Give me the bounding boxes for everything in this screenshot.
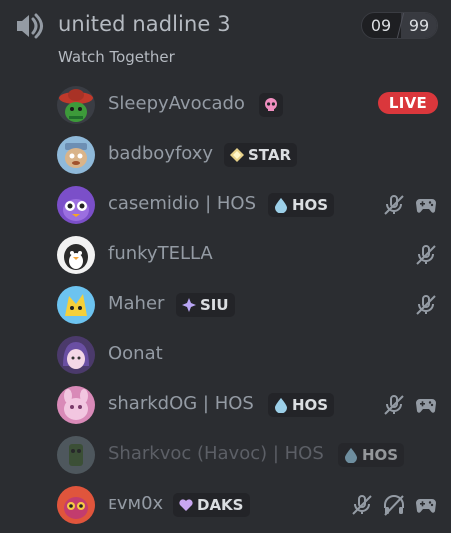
mic-muted-icon xyxy=(384,195,404,215)
mic-muted-icon xyxy=(384,395,404,415)
water-drop-icon xyxy=(345,448,357,463)
headphones-deafened-icon xyxy=(384,495,404,516)
avatar xyxy=(57,186,95,224)
voice-member-row[interactable]: Oonat xyxy=(0,329,451,379)
water-drop-icon xyxy=(275,198,287,213)
water-drop-icon xyxy=(275,398,287,413)
member-name: sharkdOG | HOS xyxy=(108,393,254,414)
avatar xyxy=(57,386,95,424)
voice-member-row[interactable]: funkyTELLA xyxy=(0,229,451,279)
voice-member-row[interactable]: badboyfoxy STAR xyxy=(0,129,451,179)
mic-muted-icon xyxy=(416,245,436,265)
gamepad-icon xyxy=(416,199,436,213)
guild-tag: STAR xyxy=(224,143,298,167)
member-name: SleepyAvocado xyxy=(108,93,245,114)
voice-member-row[interactable]: ᴇᴠᴍ0x DAKS xyxy=(0,479,451,529)
member-name: Oonat xyxy=(108,343,163,364)
guild-tag: SIU xyxy=(176,293,235,317)
guild-tag: HOS xyxy=(338,443,405,467)
user-count: 09 xyxy=(370,16,392,35)
speaker-icon xyxy=(17,13,43,39)
avatar xyxy=(57,136,95,174)
voice-member-row[interactable]: Maher SIU xyxy=(0,279,451,329)
member-name: Maher xyxy=(108,293,165,314)
user-limit-counter: 09 99 xyxy=(361,12,438,39)
avatar xyxy=(57,236,95,274)
channel-activity: Watch Together xyxy=(58,48,175,66)
member-name: badboyfoxy xyxy=(108,143,214,164)
guild-tag-label: STAR xyxy=(248,146,292,164)
purple-heart-icon xyxy=(179,499,193,511)
guild-tag-label: HOS xyxy=(292,396,329,414)
avatar xyxy=(57,86,95,124)
guild-tag-label: SIU xyxy=(200,296,229,314)
voice-member-row[interactable]: sharkdOG | HOS HOS xyxy=(0,379,451,429)
mic-muted-icon xyxy=(352,495,372,515)
skull-icon xyxy=(265,98,277,111)
purple-sparkle-icon xyxy=(182,298,196,312)
avatar xyxy=(57,436,95,474)
voice-member-row[interactable]: Sharkvoc (Havoc) | HOS HOS xyxy=(0,429,451,479)
guild-tag-label: HOS xyxy=(292,196,329,214)
member-name: funkyTELLA xyxy=(108,243,213,264)
avatar xyxy=(57,486,95,524)
diamond-sparkle-icon xyxy=(230,148,244,162)
guild-tag: DAKS xyxy=(173,493,250,517)
guild-tag xyxy=(259,93,283,117)
gamepad-icon xyxy=(416,499,436,513)
member-name: ᴇᴠᴍ0x xyxy=(108,493,164,514)
avatar xyxy=(57,286,95,324)
guild-tag: HOS xyxy=(268,393,335,417)
voice-member-row[interactable]: SleepyAvocado LIVE xyxy=(0,79,451,129)
member-name: casemidio | HOS xyxy=(108,193,256,214)
channel-name: united nadline 3 xyxy=(58,12,231,36)
avatar xyxy=(57,336,95,374)
voice-channel-header[interactable]: united nadline 3 Watch Together 09 99 xyxy=(0,0,451,80)
user-limit: 99 xyxy=(401,13,437,38)
guild-tag-label: DAKS xyxy=(197,496,244,514)
guild-tag-label: HOS xyxy=(362,446,399,464)
voice-member-row[interactable]: casemidio | HOS HOS xyxy=(0,179,451,229)
member-name: Sharkvoc (Havoc) | HOS xyxy=(108,443,324,464)
gamepad-icon xyxy=(416,399,436,413)
live-badge: LIVE xyxy=(378,92,438,114)
guild-tag: HOS xyxy=(268,193,335,217)
mic-muted-icon xyxy=(416,295,436,315)
